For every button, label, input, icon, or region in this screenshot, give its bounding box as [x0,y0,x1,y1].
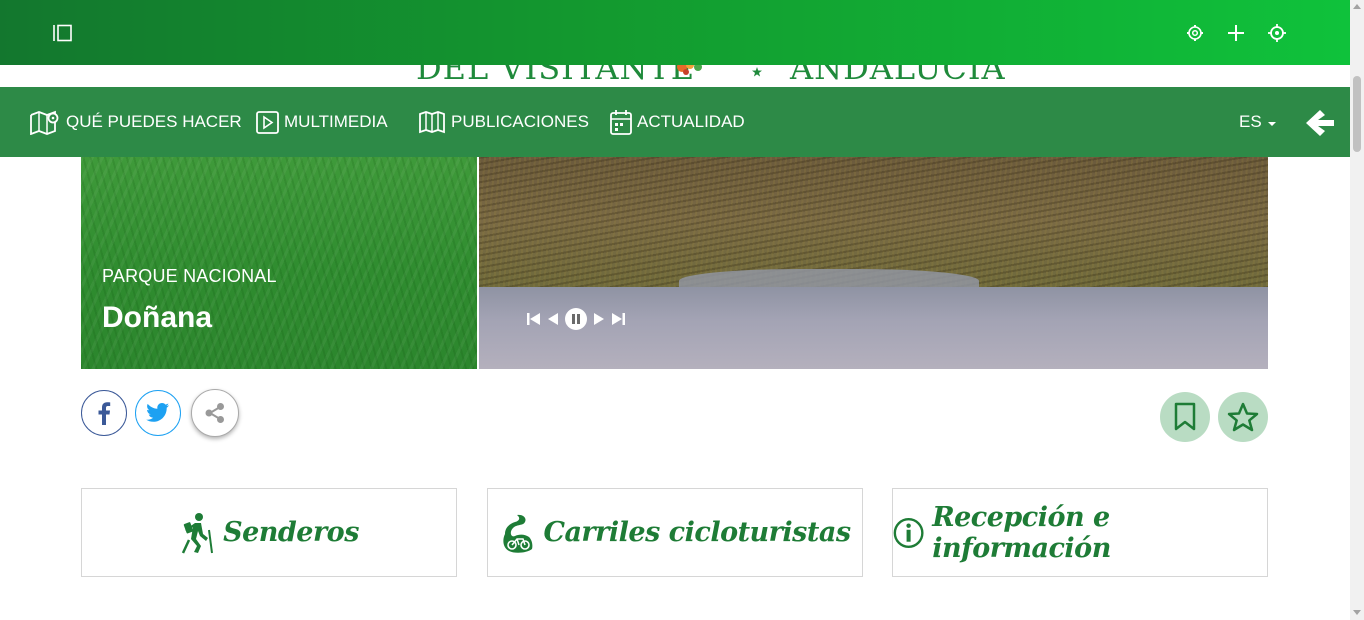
hero-kicker: PARQUE NACIONAL [102,266,277,286]
next-slide-icon[interactable] [592,311,606,327]
twitter-share-button[interactable] [135,390,181,436]
nav-item-label: QUÉ PUEDES HACER [66,112,242,131]
language-label: ES [1239,112,1262,131]
info-icon [893,517,924,548]
last-slide-icon[interactable] [610,311,626,327]
hero-banner: PARQUE NACIONAL Doñana [81,157,1268,369]
star-icon [1227,402,1259,432]
card-label: Recepción e información [932,501,1111,564]
caret-down-icon [1267,121,1276,126]
page-scrollbar[interactable] [1350,0,1364,620]
twitter-icon [146,403,169,422]
plus-icon[interactable] [1225,22,1247,44]
facebook-icon [98,402,111,425]
favorite-button[interactable] [1218,392,1268,442]
hero-title: Doñana [102,301,213,334]
card-carriles-cicloturistas[interactable]: Carriles cicloturistas [487,488,863,577]
calendar-icon [610,110,632,135]
main-navigation: QUÉ PUEDES HACER MULTIMEDIA PUBLICACIONE… [0,87,1350,157]
share-icon [205,403,224,423]
settings-icon[interactable] [1184,22,1206,44]
bookmark-icon [1174,402,1196,431]
bicycle-icon [503,514,533,553]
nav-item-label: MULTIMEDIA [284,112,388,131]
nav-item-label: PUBLICACIONES [451,112,589,131]
card-label: Carriles cicloturistas [543,517,851,548]
map-pin-icon [30,110,59,135]
card-recepcion-informacion[interactable]: Recepción e información [892,488,1268,577]
first-slide-icon[interactable] [526,311,542,327]
pause-icon[interactable] [564,307,588,331]
card-senderos[interactable]: Senderos [81,488,457,577]
play-icon [256,111,279,134]
crosshair-icon[interactable] [1266,22,1288,44]
back-arrow-icon[interactable] [1304,107,1336,139]
hero-image [479,157,1268,369]
logo-text-right: ANDALUCÍA [790,65,1006,87]
hero-title-panel: PARQUE NACIONAL Doñana [81,157,477,369]
nav-item-publicaciones[interactable]: PUBLICACIONES [418,87,589,157]
nav-item-label: ACTUALIDAD [637,112,745,131]
language-selector[interactable]: ES [1239,87,1276,157]
bookmark-button[interactable] [1160,392,1210,442]
share-button[interactable] [191,389,239,437]
logo-text-left: DEL VISITANTE [416,65,696,87]
facebook-share-button[interactable] [81,390,127,436]
previous-slide-icon[interactable] [546,311,560,327]
scroll-up-icon[interactable] [1353,4,1361,9]
nav-item-actualidad[interactable]: ACTUALIDAD [610,87,745,157]
book-icon [419,111,445,134]
scroll-down-icon[interactable] [1353,610,1361,615]
hiker-icon [181,512,214,554]
nav-item-que-puedes-hacer[interactable]: QUÉ PUEDES HACER [29,87,242,157]
logo-star-icon [752,67,762,77]
site-logo[interactable]: DEL VISITANTE ANDALUCÍA [0,65,1350,87]
scrollbar-thumb[interactable] [1353,76,1361,152]
logo-flower-icon [677,65,702,75]
nav-item-multimedia[interactable]: MULTIMEDIA [256,87,388,157]
card-label: Senderos [223,517,359,548]
browser-toolbar [0,0,1350,65]
carousel-controls [526,307,630,331]
sidebar-toggle-icon[interactable] [52,24,74,42]
